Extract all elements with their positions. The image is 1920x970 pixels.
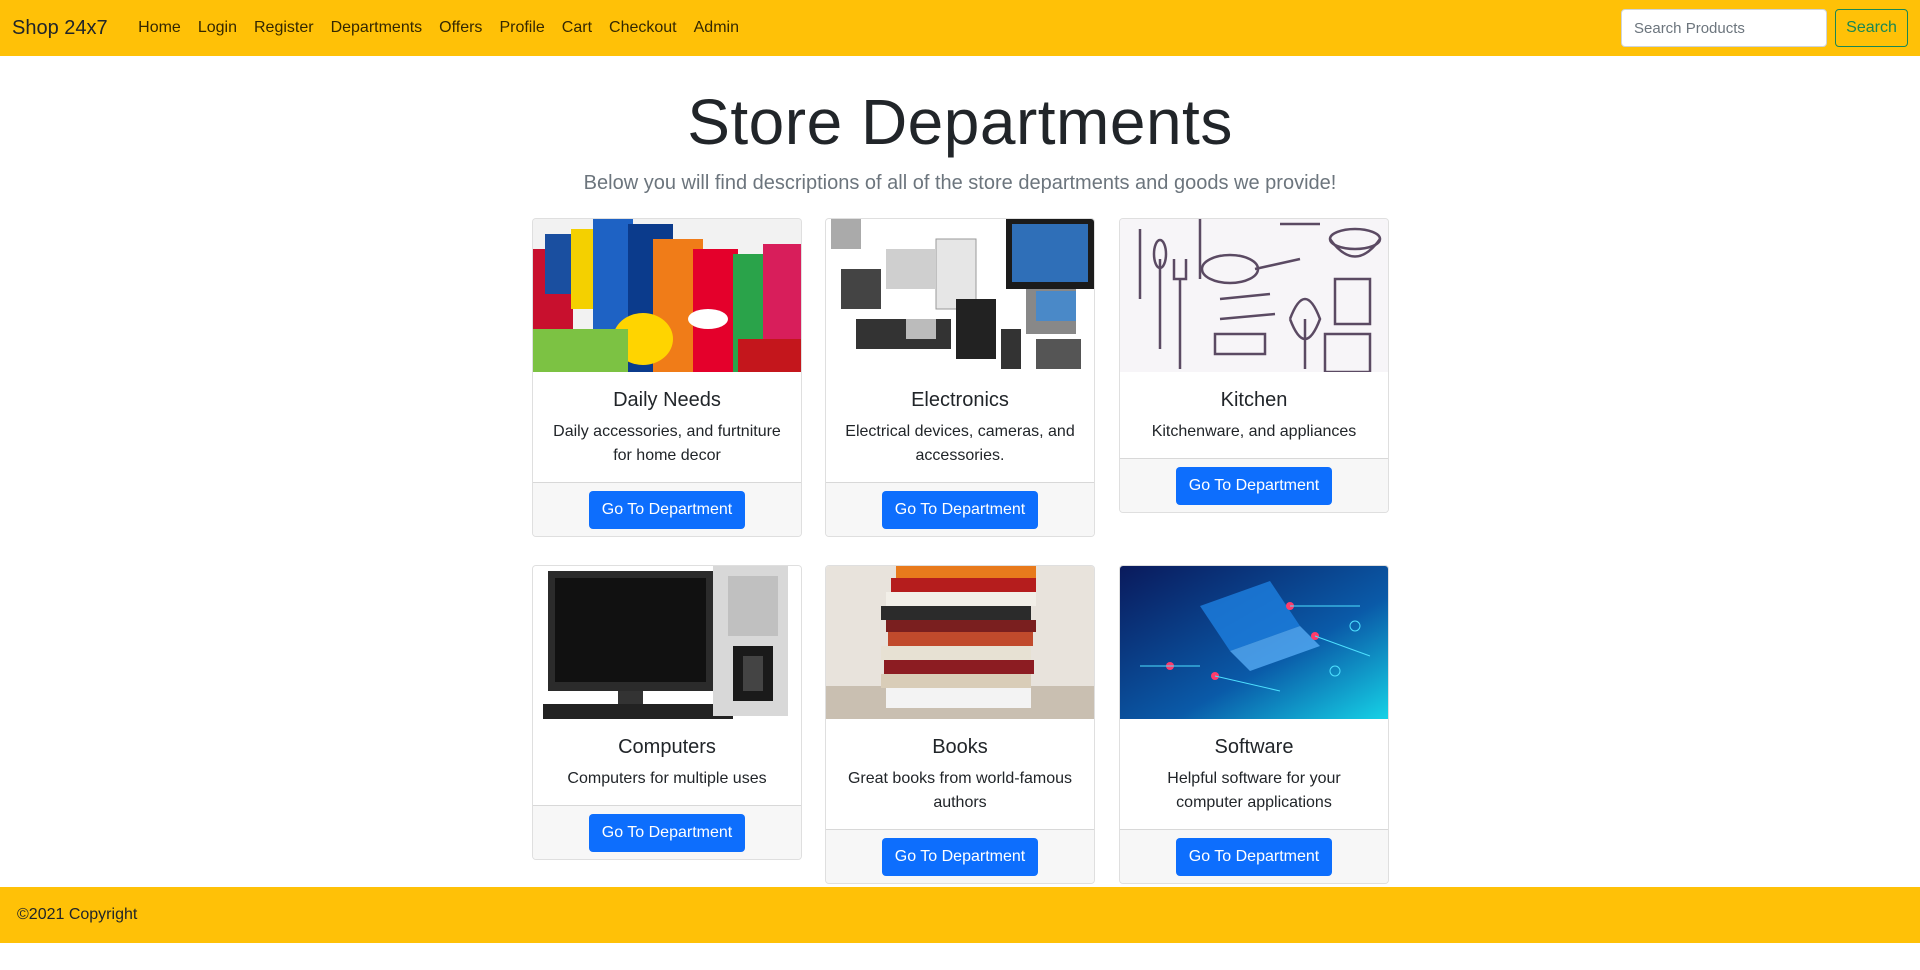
nav-link-login[interactable]: Login [189, 19, 245, 37]
card-title: Electronics [911, 389, 1009, 411]
footer: ©2021 Copyright [0, 887, 1920, 943]
department-card-books: Books Great books from world-famous auth… [825, 565, 1095, 884]
card-text: Electrical devices, cameras, and accesso… [845, 423, 1075, 464]
card-title: Software [1214, 736, 1294, 758]
go-to-department-button[interactable]: Go To Department [589, 490, 745, 529]
search-form: Search [1621, 9, 1908, 47]
card-text: Kitchenware, and appliances [1151, 423, 1357, 440]
go-to-department-button[interactable]: Go To Department [1176, 837, 1332, 876]
card-body: Software Helpful software for your compu… [1120, 719, 1388, 829]
card-text: Great books from world-famous authors [847, 770, 1073, 811]
go-to-department-button[interactable]: Go To Department [1176, 466, 1332, 505]
card-title: Computers [618, 736, 716, 758]
card-title: Kitchen [1220, 389, 1288, 411]
card-footer: Go To Department [533, 805, 801, 859]
department-card-daily-needs: Daily Needs Daily accessories, and furtn… [532, 218, 802, 537]
department-card-software: Software Helpful software for your compu… [1119, 565, 1389, 884]
card-footer: Go To Department [533, 482, 801, 536]
nav-links: Home Login Register Departments Offers P… [130, 19, 748, 37]
daily-needs-products-image [533, 219, 801, 372]
card-body: Kitchen Kitchenware, and appliances [1120, 372, 1388, 458]
nav-link-register[interactable]: Register [245, 19, 322, 37]
nav-link-home[interactable]: Home [130, 19, 190, 37]
card-footer: Go To Department [826, 482, 1094, 536]
page-subtitle: Below you will find descriptions of all … [583, 172, 1337, 194]
department-card-computers: Computers Computers for multiple uses Go… [532, 565, 802, 860]
book-stack-image [826, 566, 1094, 719]
card-footer: Go To Department [1120, 829, 1388, 883]
card-footer: Go To Department [1120, 458, 1388, 512]
department-card-electronics: Electronics Electrical devices, cameras,… [825, 218, 1095, 537]
page-header: Store Departments Below you will find de… [0, 86, 1920, 195]
desktop-computer-image [533, 566, 801, 719]
card-body: Computers Computers for multiple uses [533, 719, 801, 805]
card-body: Daily Needs Daily accessories, and furtn… [533, 372, 801, 482]
search-button[interactable]: Search [1835, 9, 1908, 47]
card-footer: Go To Department [826, 829, 1094, 883]
copyright-text: ©2021 Copyright [17, 906, 138, 923]
electronics-devices-image [826, 219, 1094, 372]
card-body: Electronics Electrical devices, cameras,… [826, 372, 1094, 482]
go-to-department-button[interactable]: Go To Department [589, 813, 745, 852]
go-to-department-button[interactable]: Go To Department [882, 837, 1038, 876]
nav-link-profile[interactable]: Profile [491, 19, 553, 37]
card-title: Daily Needs [613, 389, 721, 411]
nav-link-offers[interactable]: Offers [431, 19, 491, 37]
kitchen-utensils-sketch-image [1120, 219, 1388, 372]
go-to-department-button[interactable]: Go To Department [882, 490, 1038, 529]
card-title: Books [932, 736, 988, 758]
card-text: Helpful software for your computer appli… [1167, 770, 1341, 811]
nav-link-cart[interactable]: Cart [553, 19, 600, 37]
card-text: Computers for multiple uses [567, 770, 767, 787]
navbar: Shop 24x7 Home Login Register Department… [0, 0, 1920, 56]
department-card-kitchen: Kitchen Kitchenware, and appliances Go T… [1119, 218, 1389, 513]
nav-link-departments[interactable]: Departments [322, 19, 431, 37]
page-title: Store Departments [687, 86, 1233, 158]
nav-link-admin[interactable]: Admin [685, 19, 747, 37]
nav-link-checkout[interactable]: Checkout [601, 19, 686, 37]
card-body: Books Great books from world-famous auth… [826, 719, 1094, 829]
search-input[interactable] [1621, 9, 1827, 47]
card-text: Daily accessories, and furtniture for ho… [553, 423, 781, 464]
software-laptop-circuit-image [1120, 566, 1388, 719]
brand-link[interactable]: Shop 24x7 [12, 17, 108, 40]
